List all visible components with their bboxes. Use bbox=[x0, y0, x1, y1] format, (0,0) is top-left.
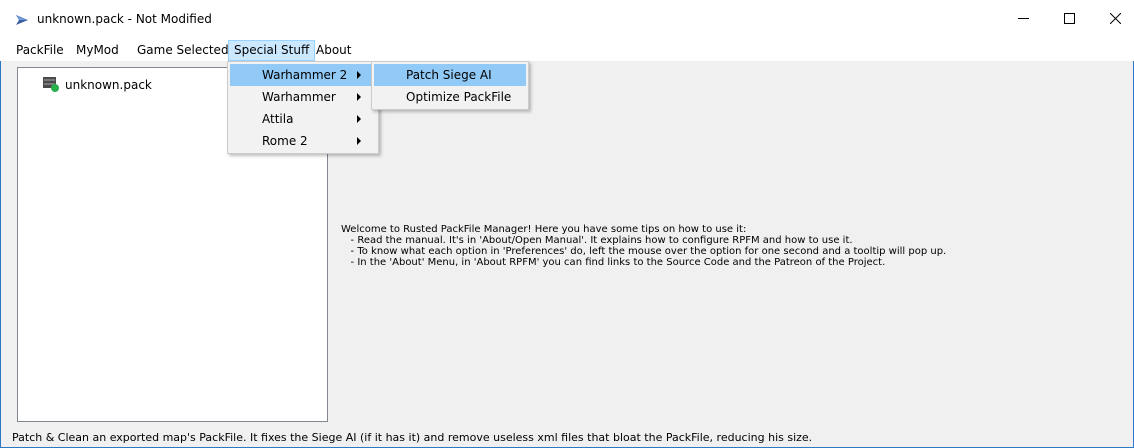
menu-mymod[interactable]: MyMod bbox=[70, 40, 125, 61]
maximize-icon bbox=[1063, 13, 1075, 27]
menu-item-label: Rome 2 bbox=[262, 134, 308, 148]
submenu-arrow-icon bbox=[357, 71, 361, 79]
menu-item-warhammer[interactable]: Warhammer bbox=[230, 86, 376, 108]
menu-item-optimize-packfile[interactable]: Optimize PackFile bbox=[374, 86, 526, 108]
welcome-line: - In the 'About' Menu, in 'About RPFM' y… bbox=[341, 257, 886, 268]
menu-item-label: Warhammer bbox=[262, 90, 336, 104]
menu-special-stuff[interactable]: Special Stuff bbox=[228, 40, 316, 61]
menu-item-warhammer-2[interactable]: Warhammer 2 bbox=[230, 64, 376, 86]
welcome-line: - Read the manual. It's in 'About/Open M… bbox=[341, 235, 853, 246]
welcome-line: Welcome to Rusted PackFile Manager! Here… bbox=[341, 224, 747, 235]
menu-about[interactable]: About bbox=[310, 40, 357, 61]
close-icon bbox=[1109, 12, 1121, 27]
menu-item-label: Warhammer 2 bbox=[262, 68, 348, 82]
close-button[interactable] bbox=[1092, 0, 1134, 40]
menu-item-rome-2[interactable]: Rome 2 bbox=[230, 130, 376, 152]
status-bar: Patch & Clean an exported map's PackFile… bbox=[12, 431, 813, 444]
minimize-icon bbox=[1017, 13, 1029, 27]
submenu-arrow-icon bbox=[357, 93, 361, 101]
app-logo-icon bbox=[15, 13, 29, 27]
menu-item-patch-siege-ai[interactable]: Patch Siege AI bbox=[374, 64, 526, 86]
submenu-arrow-icon bbox=[357, 115, 361, 123]
maximize-button[interactable] bbox=[1046, 0, 1092, 40]
window-title: unknown.pack - Not Modified bbox=[37, 12, 212, 26]
menu-bar: PackFile MyMod Game Selected Special Stu… bbox=[0, 40, 1134, 61]
welcome-line: - To know what each option in 'Preferenc… bbox=[341, 246, 947, 257]
tree-item-root[interactable]: unknown.pack bbox=[43, 76, 152, 95]
menu-packfile[interactable]: PackFile bbox=[10, 40, 70, 61]
special-stuff-dropdown: Warhammer 2 Warhammer Attila Rome 2 bbox=[227, 61, 379, 154]
menu-item-label: Attila bbox=[262, 112, 294, 126]
tree-item-label: unknown.pack bbox=[65, 78, 152, 92]
menu-item-attila[interactable]: Attila bbox=[230, 108, 376, 130]
menu-game-selected[interactable]: Game Selected bbox=[131, 40, 235, 61]
welcome-text: Welcome to Rusted PackFile Manager! Here… bbox=[341, 224, 946, 268]
submenu-arrow-icon bbox=[357, 137, 361, 145]
title-bar[interactable]: unknown.pack - Not Modified bbox=[0, 0, 1134, 40]
warhammer-2-submenu: Patch Siege AI Optimize PackFile bbox=[371, 61, 529, 110]
packfile-icon bbox=[43, 76, 59, 95]
minimize-button[interactable] bbox=[1000, 0, 1046, 40]
